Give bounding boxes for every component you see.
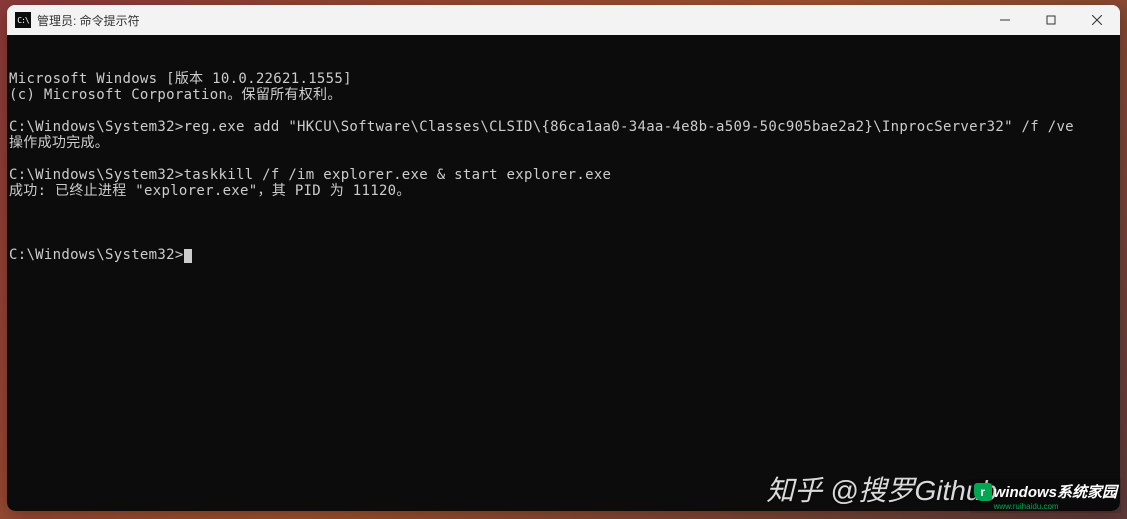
- windows-watermark-text: windows系统家园: [994, 481, 1117, 502]
- terminal-cursor: [184, 249, 192, 263]
- windows-watermark-logo-icon: r: [974, 483, 992, 501]
- maximize-button[interactable]: [1028, 5, 1074, 35]
- app-icon: C:\: [15, 12, 31, 28]
- terminal-line: Microsoft Windows [版本 10.0.22621.1555]: [9, 71, 1118, 87]
- terminal-output: Microsoft Windows [版本 10.0.22621.1555](c…: [9, 71, 1118, 215]
- zhihu-watermark: 知乎 @搜罗Github: [766, 469, 997, 509]
- command-prompt-window: C:\ 管理员: 命令提示符 Microsoft Windows [版本 10.…: [7, 5, 1120, 511]
- terminal-line: [9, 151, 1118, 167]
- terminal-line: [9, 103, 1118, 119]
- window-title: 管理员: 命令提示符: [37, 12, 140, 29]
- terminal-area[interactable]: Microsoft Windows [版本 10.0.22621.1555](c…: [7, 35, 1120, 511]
- terminal-line: [9, 199, 1118, 215]
- maximize-icon: [1046, 15, 1056, 25]
- terminal-line: C:\Windows\System32>reg.exe add "HKCU\So…: [9, 119, 1118, 135]
- minimize-icon: [1000, 15, 1010, 25]
- windows-watermark-sub: www.ruihaidu.com: [994, 502, 1059, 511]
- terminal-line: 成功: 已终止进程 "explorer.exe"，其 PID 为 11120。: [9, 183, 1118, 199]
- terminal-prompt-line: C:\Windows\System32>: [9, 247, 1118, 263]
- minimize-button[interactable]: [982, 5, 1028, 35]
- terminal-line: (c) Microsoft Corporation。保留所有权利。: [9, 87, 1118, 103]
- window-controls: [982, 5, 1120, 35]
- terminal-prompt: C:\Windows\System32>: [9, 247, 184, 263]
- titlebar[interactable]: C:\ 管理员: 命令提示符: [7, 5, 1120, 35]
- close-button[interactable]: [1074, 5, 1120, 35]
- windows-watermark-top: r windows系统家园: [974, 481, 1117, 502]
- windows-watermark: r windows系统家园 www.ruihaidu.com: [970, 479, 1121, 513]
- terminal-line: 操作成功完成。: [9, 135, 1118, 151]
- terminal-line: C:\Windows\System32>taskkill /f /im expl…: [9, 167, 1118, 183]
- close-icon: [1092, 15, 1102, 25]
